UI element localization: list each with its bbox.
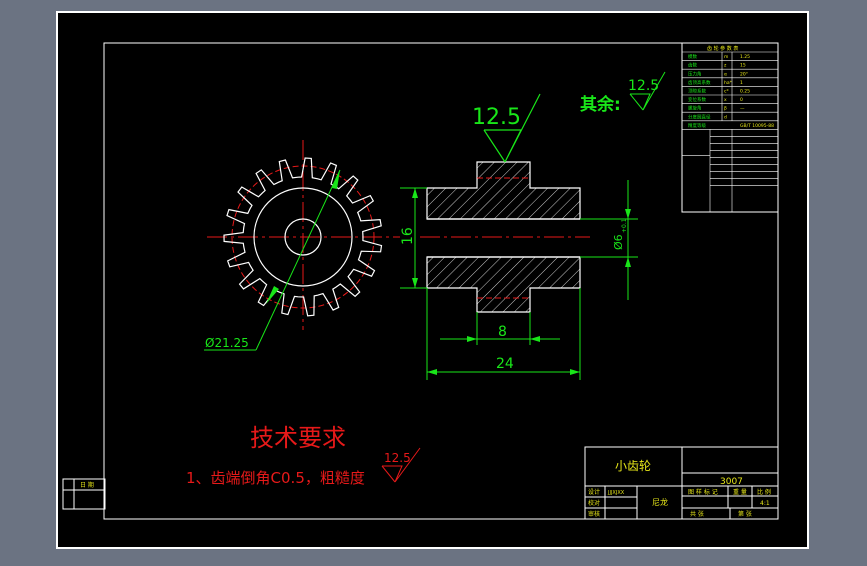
param-value: 0 <box>740 97 743 103</box>
param-symbol: x <box>724 98 727 103</box>
title-header-3: 比 例 <box>757 488 771 496</box>
param-symbol: β <box>724 106 727 112</box>
param-name: 变位系数 <box>688 96 706 103</box>
tech-title: 技术要求 <box>250 424 346 452</box>
margin-date-label: 日 期 <box>80 481 94 489</box>
param-table-title: 齿 轮 参 数 表 <box>707 45 738 52</box>
param-symbol: c* <box>724 89 729 95</box>
title-review-label: 审核 <box>588 510 600 518</box>
title-header-1: 图 样 标 记 <box>688 488 718 496</box>
title-drawing-no: 3007 <box>720 477 743 487</box>
tech-roughness-value: 12.5 <box>384 451 411 465</box>
param-value: 15 <box>740 63 746 69</box>
remaining-value: 12.5 <box>628 78 659 94</box>
param-value: 20° <box>740 71 748 77</box>
param-name: 齿数 <box>688 62 697 69</box>
title-part-name: 小齿轮 <box>615 459 651 473</box>
dim-bore: Ø6 <box>612 234 625 250</box>
remaining-label: 其余: <box>580 94 621 115</box>
title-material: 尼龙 <box>652 497 668 507</box>
param-value: 0.25 <box>740 89 750 95</box>
roughness-main-value: 12.5 <box>472 105 521 130</box>
cad-drawing-viewport[interactable]: 日 期 Ø21.25 12.5 16 Ø6 +0.1 8 24 其余: 12.5… <box>0 0 867 562</box>
title-sheet-no: 第 张 <box>738 510 752 518</box>
param-name: 螺旋角 <box>688 105 702 112</box>
title-designer: JJJXJXX <box>607 490 625 496</box>
title-designer-label: 设计 <box>588 488 600 496</box>
title-checker-label: 校对 <box>588 499 600 507</box>
drawing-svg[interactable]: 日 期 Ø21.25 12.5 16 Ø6 +0.1 8 24 其余: 12.5… <box>0 0 867 562</box>
title-header-2: 重 量 <box>733 488 747 496</box>
param-name: 压力角 <box>688 70 702 77</box>
param-name: 模数 <box>688 53 697 60</box>
param-value: GB/T 10095-88 <box>740 123 774 129</box>
diameter-label: Ø21.25 <box>205 336 249 350</box>
dim-hub: 8 <box>498 324 507 340</box>
param-name: 精度等级 <box>688 122 706 129</box>
title-scale-value: 4:1 <box>760 500 770 507</box>
param-value: 1 <box>740 80 743 86</box>
param-symbol: ha* <box>724 80 733 86</box>
param-symbol: m <box>724 55 728 60</box>
tech-line1: 1、齿端倒角C0.5，粗糙度 <box>186 469 365 487</box>
param-name: 分度圆直径 <box>688 113 711 120</box>
param-symbol: α <box>724 72 727 77</box>
param-symbol: d <box>724 114 727 120</box>
dim-height: 16 <box>400 227 416 245</box>
dim-width: 24 <box>496 356 514 372</box>
param-name: 齿顶高系数 <box>688 79 711 86</box>
title-sheet-total: 共 张 <box>690 510 704 518</box>
dim-bore-tolerance: +0.1 <box>621 218 628 233</box>
param-name: 顶隙系数 <box>688 88 706 95</box>
param-value: — <box>740 107 745 112</box>
param-value: 1.25 <box>740 54 750 60</box>
